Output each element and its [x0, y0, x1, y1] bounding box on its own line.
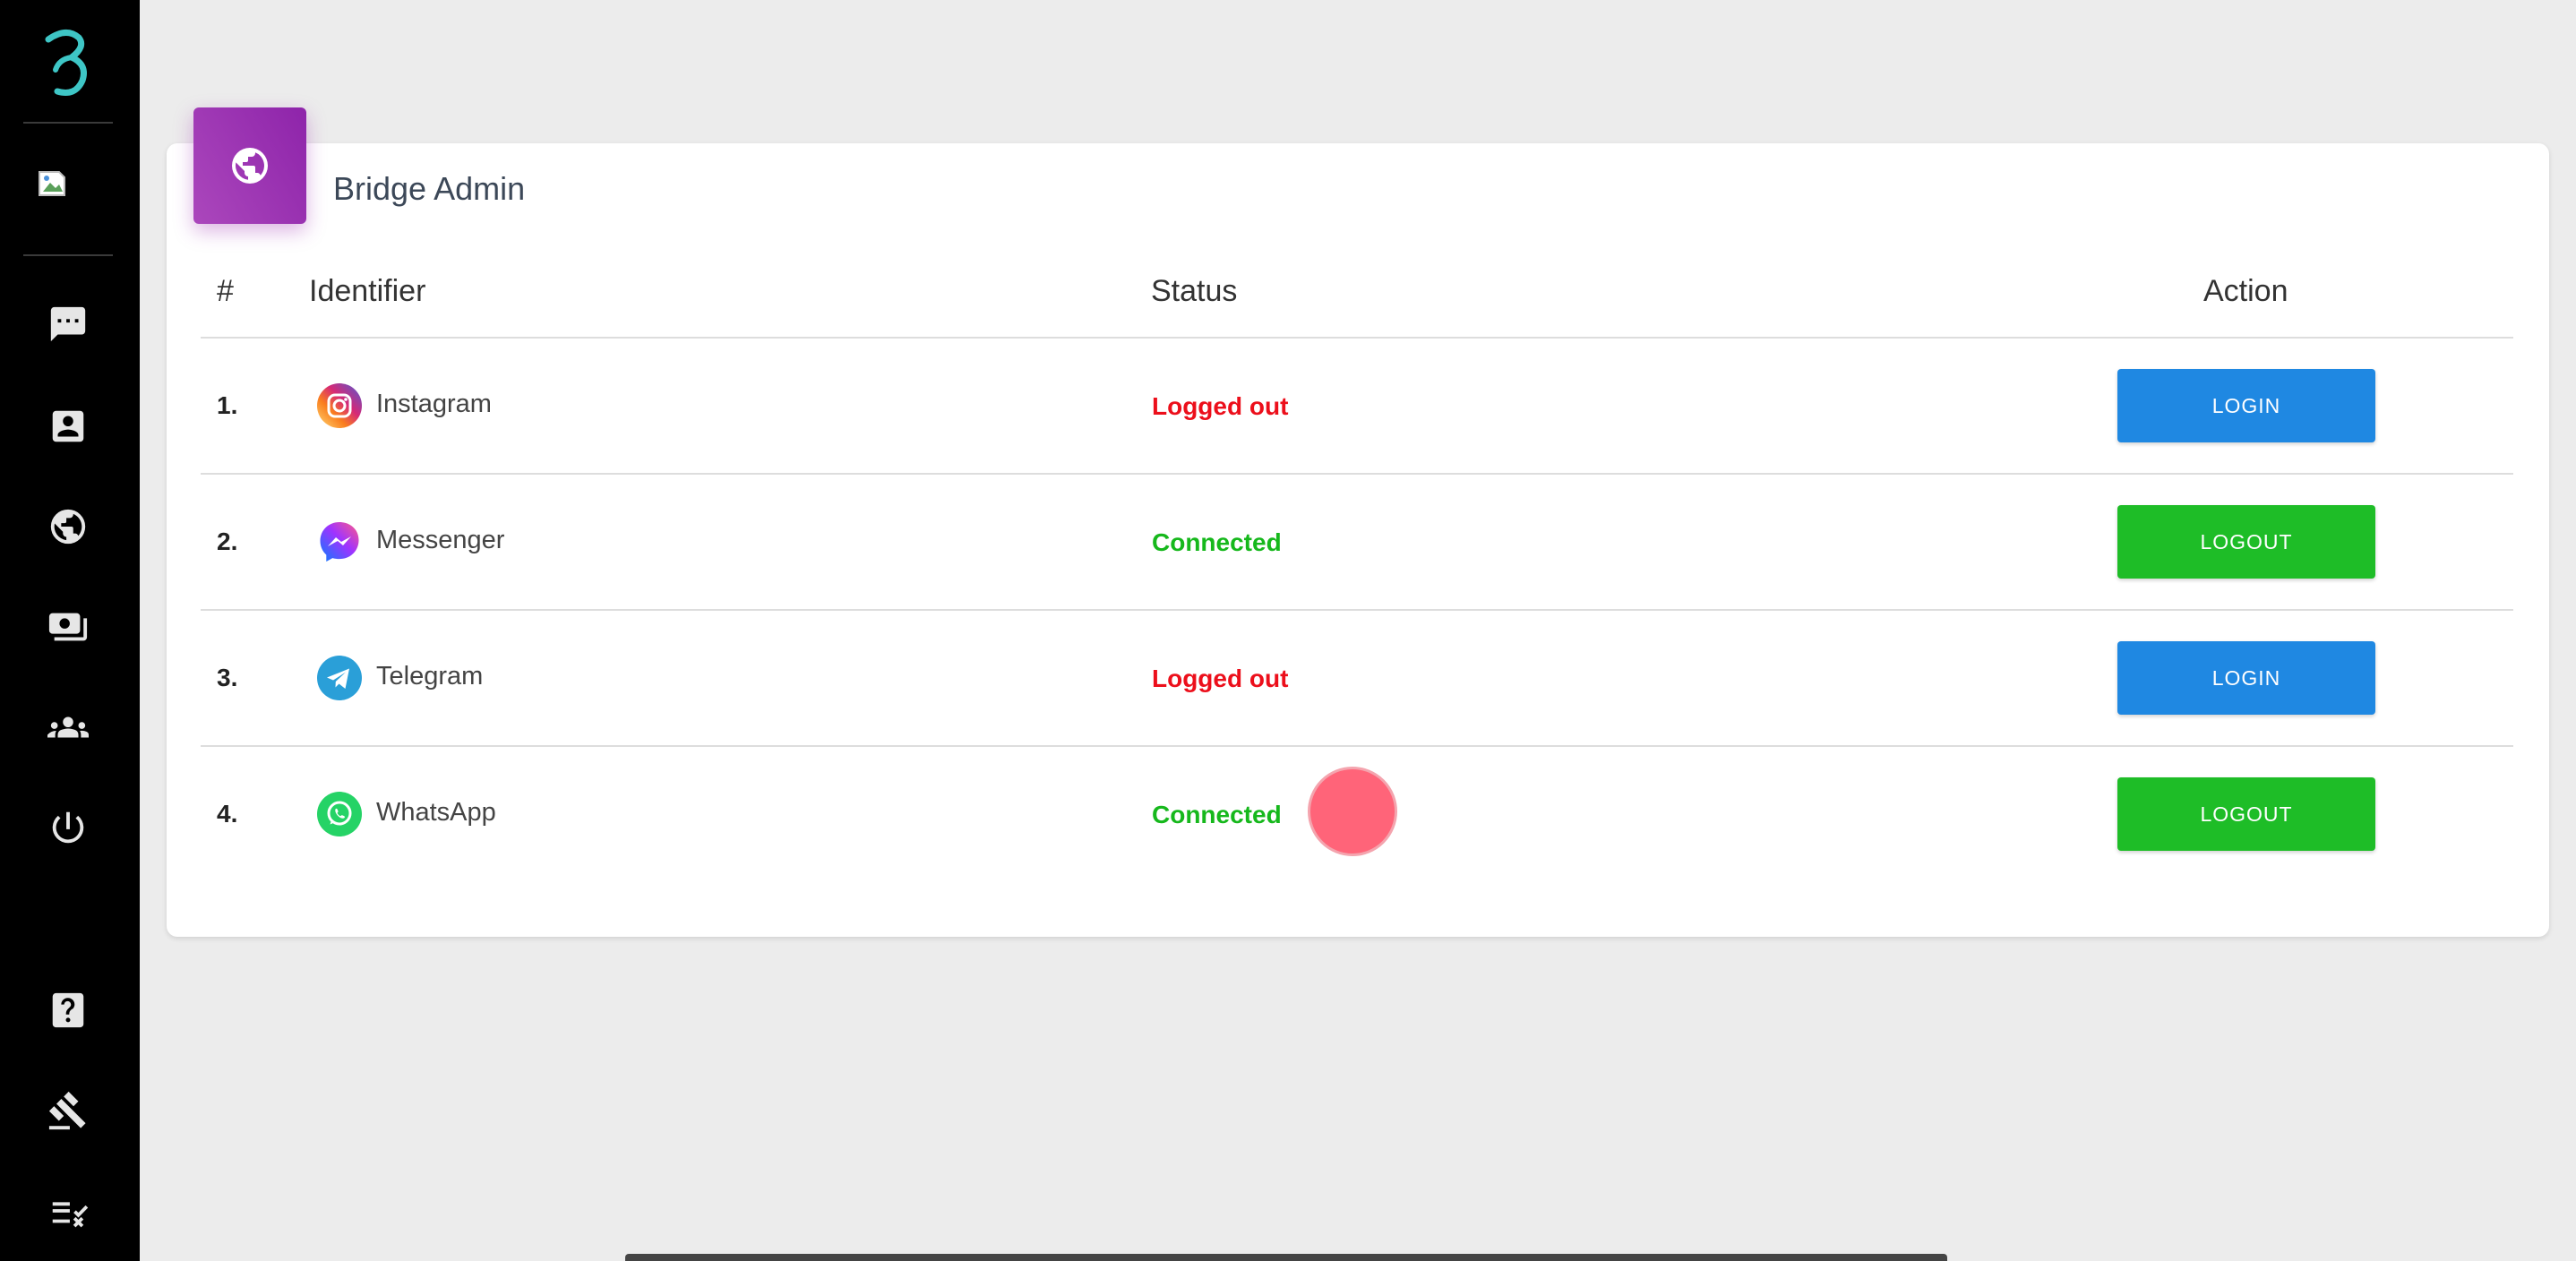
gavel-icon[interactable]: [43, 1085, 93, 1136]
status-label: Connected: [1152, 801, 1282, 828]
service-name: WhatsApp: [376, 798, 496, 827]
contact-card-icon[interactable]: [43, 401, 93, 451]
row-number: 3.: [217, 664, 238, 691]
whatsapp-icon: [317, 792, 362, 836]
table-divider: [201, 473, 2513, 475]
row-number: 4.: [217, 800, 238, 828]
status-label: Connected: [1152, 528, 1282, 556]
groups-icon[interactable]: [43, 702, 93, 752]
status-label: Logged out: [1152, 665, 1289, 692]
column-header-status: Status: [1151, 274, 1238, 308]
touch-indicator: [1308, 767, 1397, 856]
telegram-icon: [317, 656, 362, 700]
globe-icon: [232, 148, 268, 184]
column-header-action: Action: [2203, 274, 2288, 308]
chat-icon[interactable]: [43, 299, 93, 349]
row-number: 1.: [217, 391, 238, 419]
checklist-icon[interactable]: [43, 1186, 93, 1236]
table-divider: [201, 745, 2513, 747]
login-button[interactable]: LOGIN: [2117, 641, 2375, 715]
column-header-identifier: Identifier: [309, 274, 426, 308]
instagram-icon: [317, 383, 362, 428]
payments-icon[interactable]: [43, 602, 93, 652]
bottom-scroll-bar[interactable]: [625, 1254, 1947, 1261]
sidebar: [0, 0, 140, 1261]
row-number: 2.: [217, 528, 238, 555]
status-label: Logged out: [1152, 392, 1289, 420]
messenger-icon: [320, 522, 359, 562]
logout-button[interactable]: LOGOUT: [2117, 777, 2375, 851]
column-header-number: #: [217, 274, 234, 308]
table-divider: [201, 609, 2513, 611]
bridge-logo-icon[interactable]: [39, 27, 95, 100]
sidebar-divider: [23, 122, 113, 124]
globe-icon[interactable]: [43, 502, 93, 552]
login-button[interactable]: LOGIN: [2117, 369, 2375, 442]
card-header-icon: [193, 107, 306, 224]
service-name: Telegram: [376, 662, 484, 691]
service-name: Instagram: [376, 390, 492, 418]
card-title: Bridge Admin: [333, 170, 526, 207]
sidebar-divider: [23, 254, 113, 256]
broken-image-icon[interactable]: [36, 168, 68, 201]
table-divider: [201, 337, 2513, 339]
logout-button[interactable]: LOGOUT: [2117, 505, 2375, 579]
service-name: Messenger: [376, 526, 505, 554]
power-icon[interactable]: [43, 802, 93, 853]
help-icon[interactable]: [43, 985, 93, 1035]
